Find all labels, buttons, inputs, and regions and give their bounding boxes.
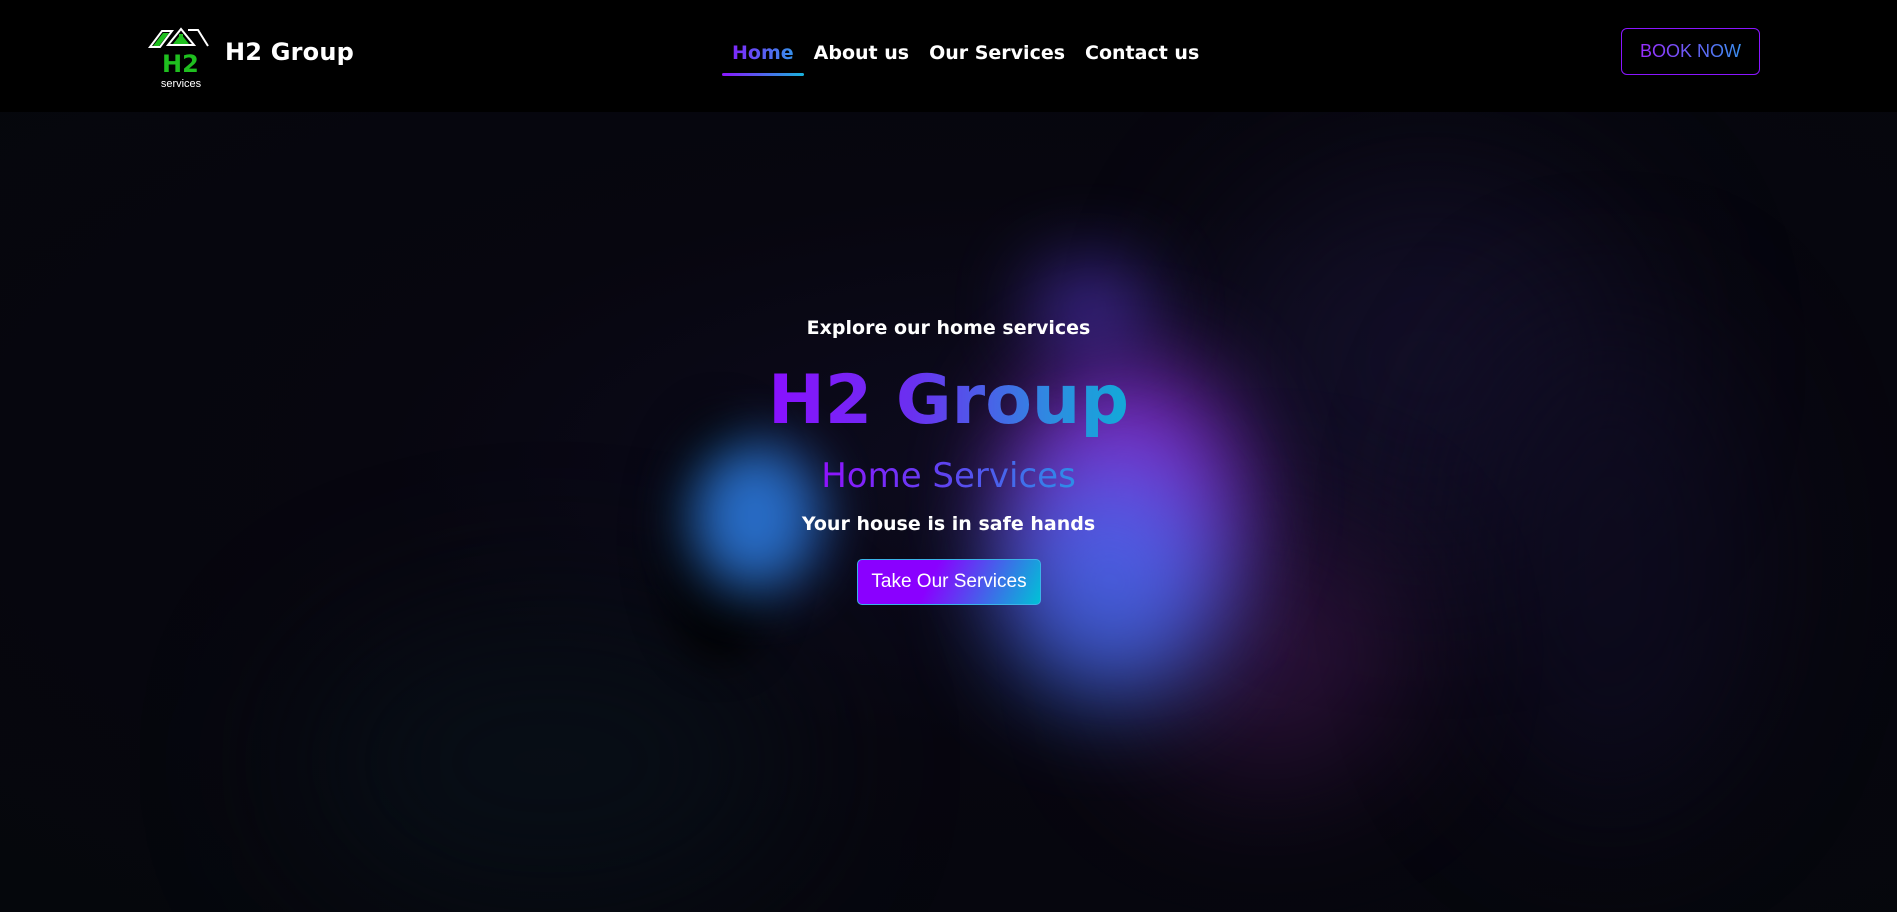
brand-name[interactable]: H2 Group	[225, 38, 354, 66]
hero-eyebrow: Explore our home services	[806, 317, 1091, 339]
active-nav-underline	[722, 73, 804, 76]
navbar: H2 services H2 Group Home About us Our S…	[0, 0, 1897, 112]
h2-services-logo[interactable]: H2 services	[148, 26, 214, 96]
hero-title: H2 Group	[0, 367, 1897, 435]
nav-about-label: About us	[813, 42, 910, 64]
nav-home[interactable]: Home	[722, 40, 804, 76]
take-our-services-button[interactable]: Take Our Services	[857, 559, 1041, 605]
main-nav: Home About us Our Services Contact us	[722, 40, 1209, 76]
logo-subtext: services	[160, 78, 202, 90]
svg-text:H2: H2	[162, 50, 199, 78]
book-now-label: BOOK NOW	[1639, 41, 1741, 61]
nav-services-label: Our Services	[929, 42, 1066, 64]
hero-content: Explore our home services H2 Group Home …	[0, 112, 1897, 912]
hero-subtitle-text: Home Services	[821, 456, 1076, 496]
hero-section: Explore our home services H2 Group Home …	[0, 112, 1897, 912]
book-now-button[interactable]: BOOK NOW	[1621, 28, 1760, 75]
hero-subtitle: Home Services	[0, 459, 1897, 493]
hero-title-text: H2 Group	[767, 361, 1130, 440]
nav-about[interactable]: About us	[804, 40, 919, 76]
nav-contact-label: Contact us	[1085, 42, 1200, 64]
nav-home-label: Home	[732, 42, 794, 64]
nav-services[interactable]: Our Services	[919, 40, 1075, 76]
hero-tagline: Your house is in safe hands	[801, 513, 1096, 535]
house-roof-logo-icon: H2	[148, 27, 209, 78]
nav-contact[interactable]: Contact us	[1075, 40, 1209, 76]
